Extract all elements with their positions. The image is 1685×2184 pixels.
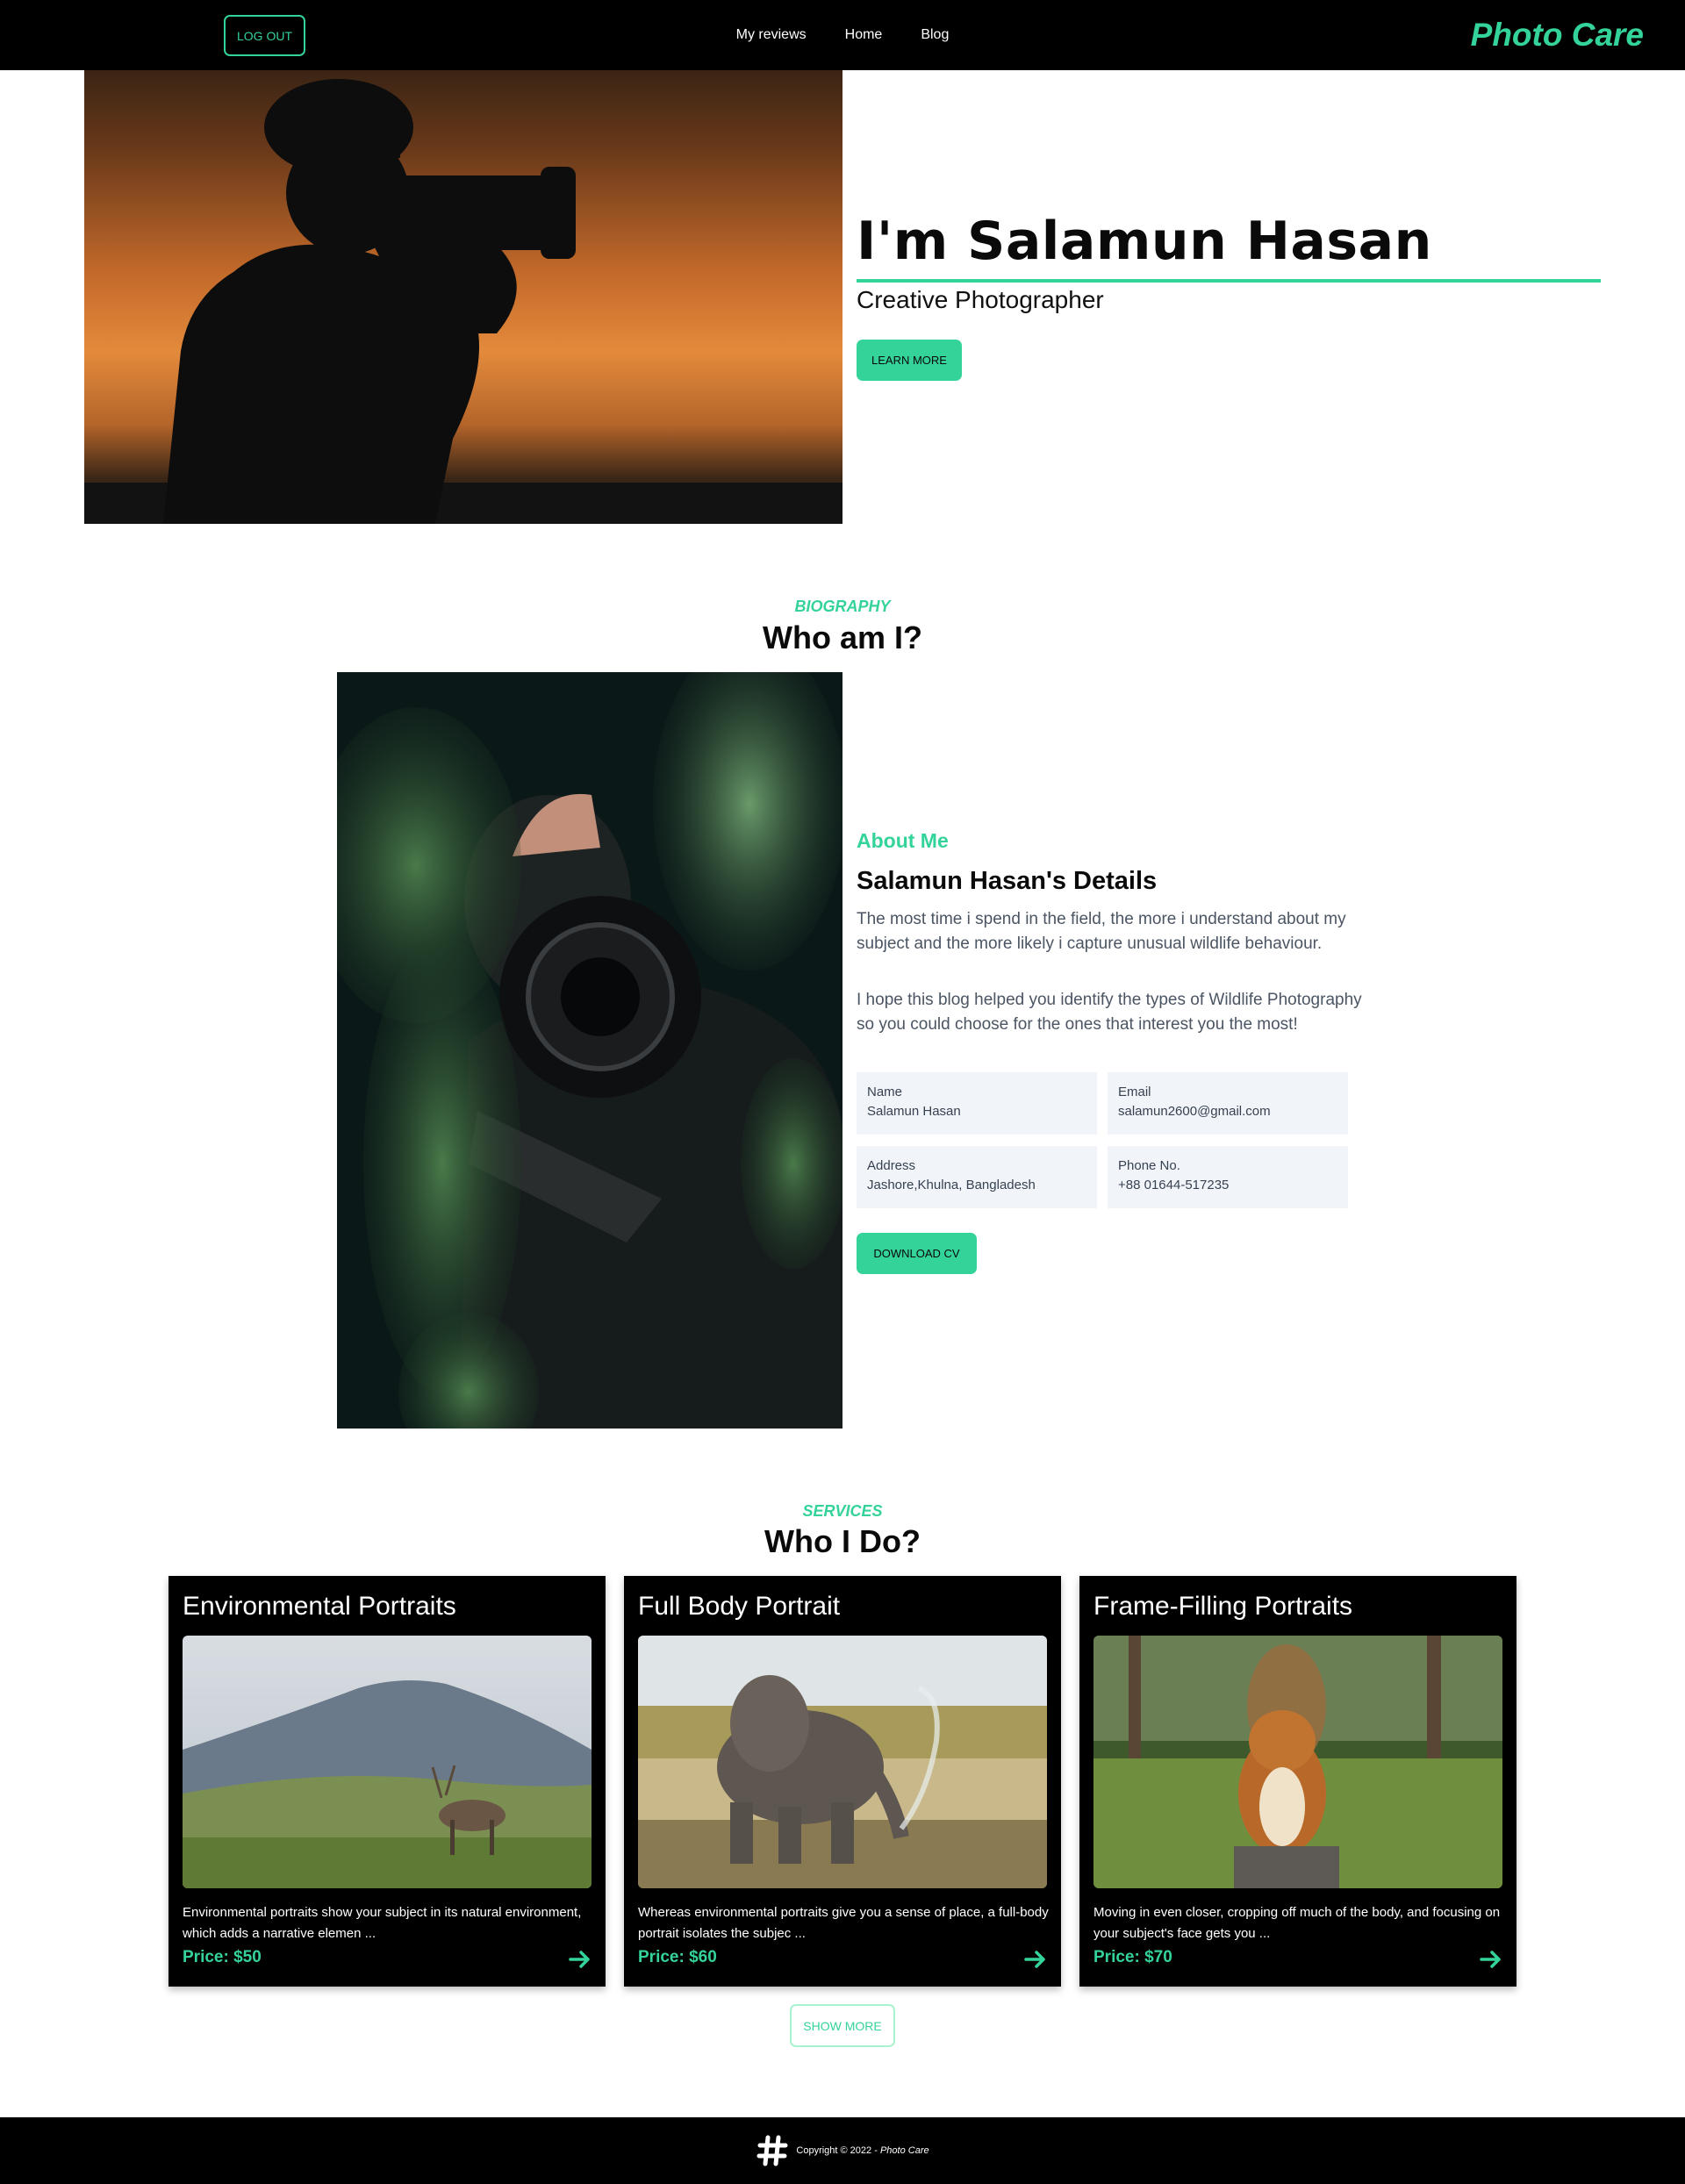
- arrow-right-icon[interactable]: [1478, 1946, 1504, 1973]
- footer: Copyright © 2022 - Photo Care: [0, 2117, 1685, 2184]
- service-card-title: Environmental Portraits: [183, 1592, 456, 1621]
- hashtag-logo-icon: [756, 2135, 788, 2166]
- service-card-description: Environmental portraits show your subjec…: [183, 1905, 582, 1941]
- elephant-image: [638, 1636, 1047, 1888]
- about-me-label: About Me: [857, 829, 949, 852]
- services-eyebrow: SERVICES: [802, 1502, 883, 1520]
- nav-link-home[interactable]: Home: [845, 27, 883, 43]
- show-more-button[interactable]: SHOW MORE: [790, 2004, 895, 2047]
- hero-title: I'm Salamun Hasan: [857, 211, 1432, 272]
- squirrel-graphic: [1093, 1636, 1502, 1888]
- silhouette-graphic: [84, 79, 842, 524]
- arrow-right-icon[interactable]: [1022, 1946, 1049, 1973]
- service-card-description: Whereas environmental portraits give you…: [638, 1905, 1049, 1941]
- arrow-right-icon[interactable]: [567, 1946, 593, 1973]
- top-navbar: LOG OUT My reviews Home Blog Photo Care: [0, 0, 1685, 70]
- info-label: Email: [1118, 1085, 1151, 1099]
- info-value: salamun2600@gmail.com: [1118, 1104, 1271, 1119]
- service-card-title: Frame-Filling Portraits: [1093, 1592, 1353, 1621]
- footer-copyright-text: Copyright © 2022 -: [796, 2145, 878, 2156]
- biography-section-title: Who am I?: [763, 619, 922, 655]
- logout-button[interactable]: LOG OUT: [224, 15, 305, 56]
- reindeer-mountain-image: [183, 1636, 592, 1888]
- info-label: Address: [867, 1158, 916, 1173]
- info-box-address: Address Jashore,Khulna, Bangladesh: [857, 1146, 1097, 1208]
- info-label: Name: [867, 1085, 903, 1099]
- hero-photographer-silhouette-image: [84, 70, 842, 524]
- info-box-email: Email salamun2600@gmail.com: [1108, 1072, 1348, 1135]
- service-card-frame-filling[interactable]: Frame-Filling Portraits Moving in even c…: [1079, 1576, 1516, 1987]
- service-card-price: Price: $70: [1093, 1948, 1172, 1966]
- bio-paragraph: I hope this blog helped you identify the…: [857, 991, 1362, 1034]
- service-card-price: Price: $50: [183, 1948, 262, 1966]
- services-section-title: Who I Do?: [764, 1523, 921, 1559]
- bio-photographer-image: [337, 672, 842, 1429]
- nav-link-blog[interactable]: Blog: [921, 27, 949, 43]
- biography-eyebrow: BIOGRAPHY: [794, 598, 891, 615]
- service-card-price: Price: $60: [638, 1948, 717, 1966]
- info-box-name: Name Salamun Hasan: [857, 1072, 1097, 1135]
- footer-copyright: Copyright © 2022 - Photo Care: [796, 2145, 929, 2156]
- info-value: Jashore,Khulna, Bangladesh: [867, 1178, 1036, 1192]
- learn-more-button[interactable]: LEARN MORE: [857, 340, 962, 381]
- service-card-environmental[interactable]: Environmental Portraits Environmental po…: [168, 1576, 606, 1987]
- bio-paragraph: The most time i spend in the field, the …: [857, 910, 1346, 953]
- hero-underline-divider: [857, 279, 1601, 283]
- details-title: Salamun Hasan's Details: [857, 867, 1158, 895]
- hero-subtitle: Creative Photographer: [857, 286, 1104, 313]
- service-card-description: Moving in even closer, cropping off much…: [1093, 1905, 1501, 1941]
- bio-photo-graphic: [337, 672, 842, 1429]
- footer-brand: Photo Care: [879, 2145, 929, 2156]
- info-value: +88 01644-517235: [1118, 1178, 1230, 1192]
- brand-logo-text[interactable]: Photo Care: [1471, 17, 1644, 54]
- info-value: Salamun Hasan: [867, 1104, 961, 1119]
- nav-link-my-reviews[interactable]: My reviews: [736, 27, 807, 43]
- download-cv-button[interactable]: DOWNLOAD CV: [857, 1233, 977, 1274]
- info-box-phone: Phone No. +88 01644-517235: [1108, 1146, 1348, 1208]
- elephant-graphic: [638, 1636, 1047, 1888]
- info-label: Phone No.: [1118, 1158, 1180, 1173]
- service-card-full-body[interactable]: Full Body Portrait Whereas environmental…: [624, 1576, 1061, 1987]
- squirrel-image: [1093, 1636, 1502, 1888]
- service-card-title: Full Body Portrait: [638, 1592, 841, 1621]
- reindeer-graphic: [183, 1636, 592, 1888]
